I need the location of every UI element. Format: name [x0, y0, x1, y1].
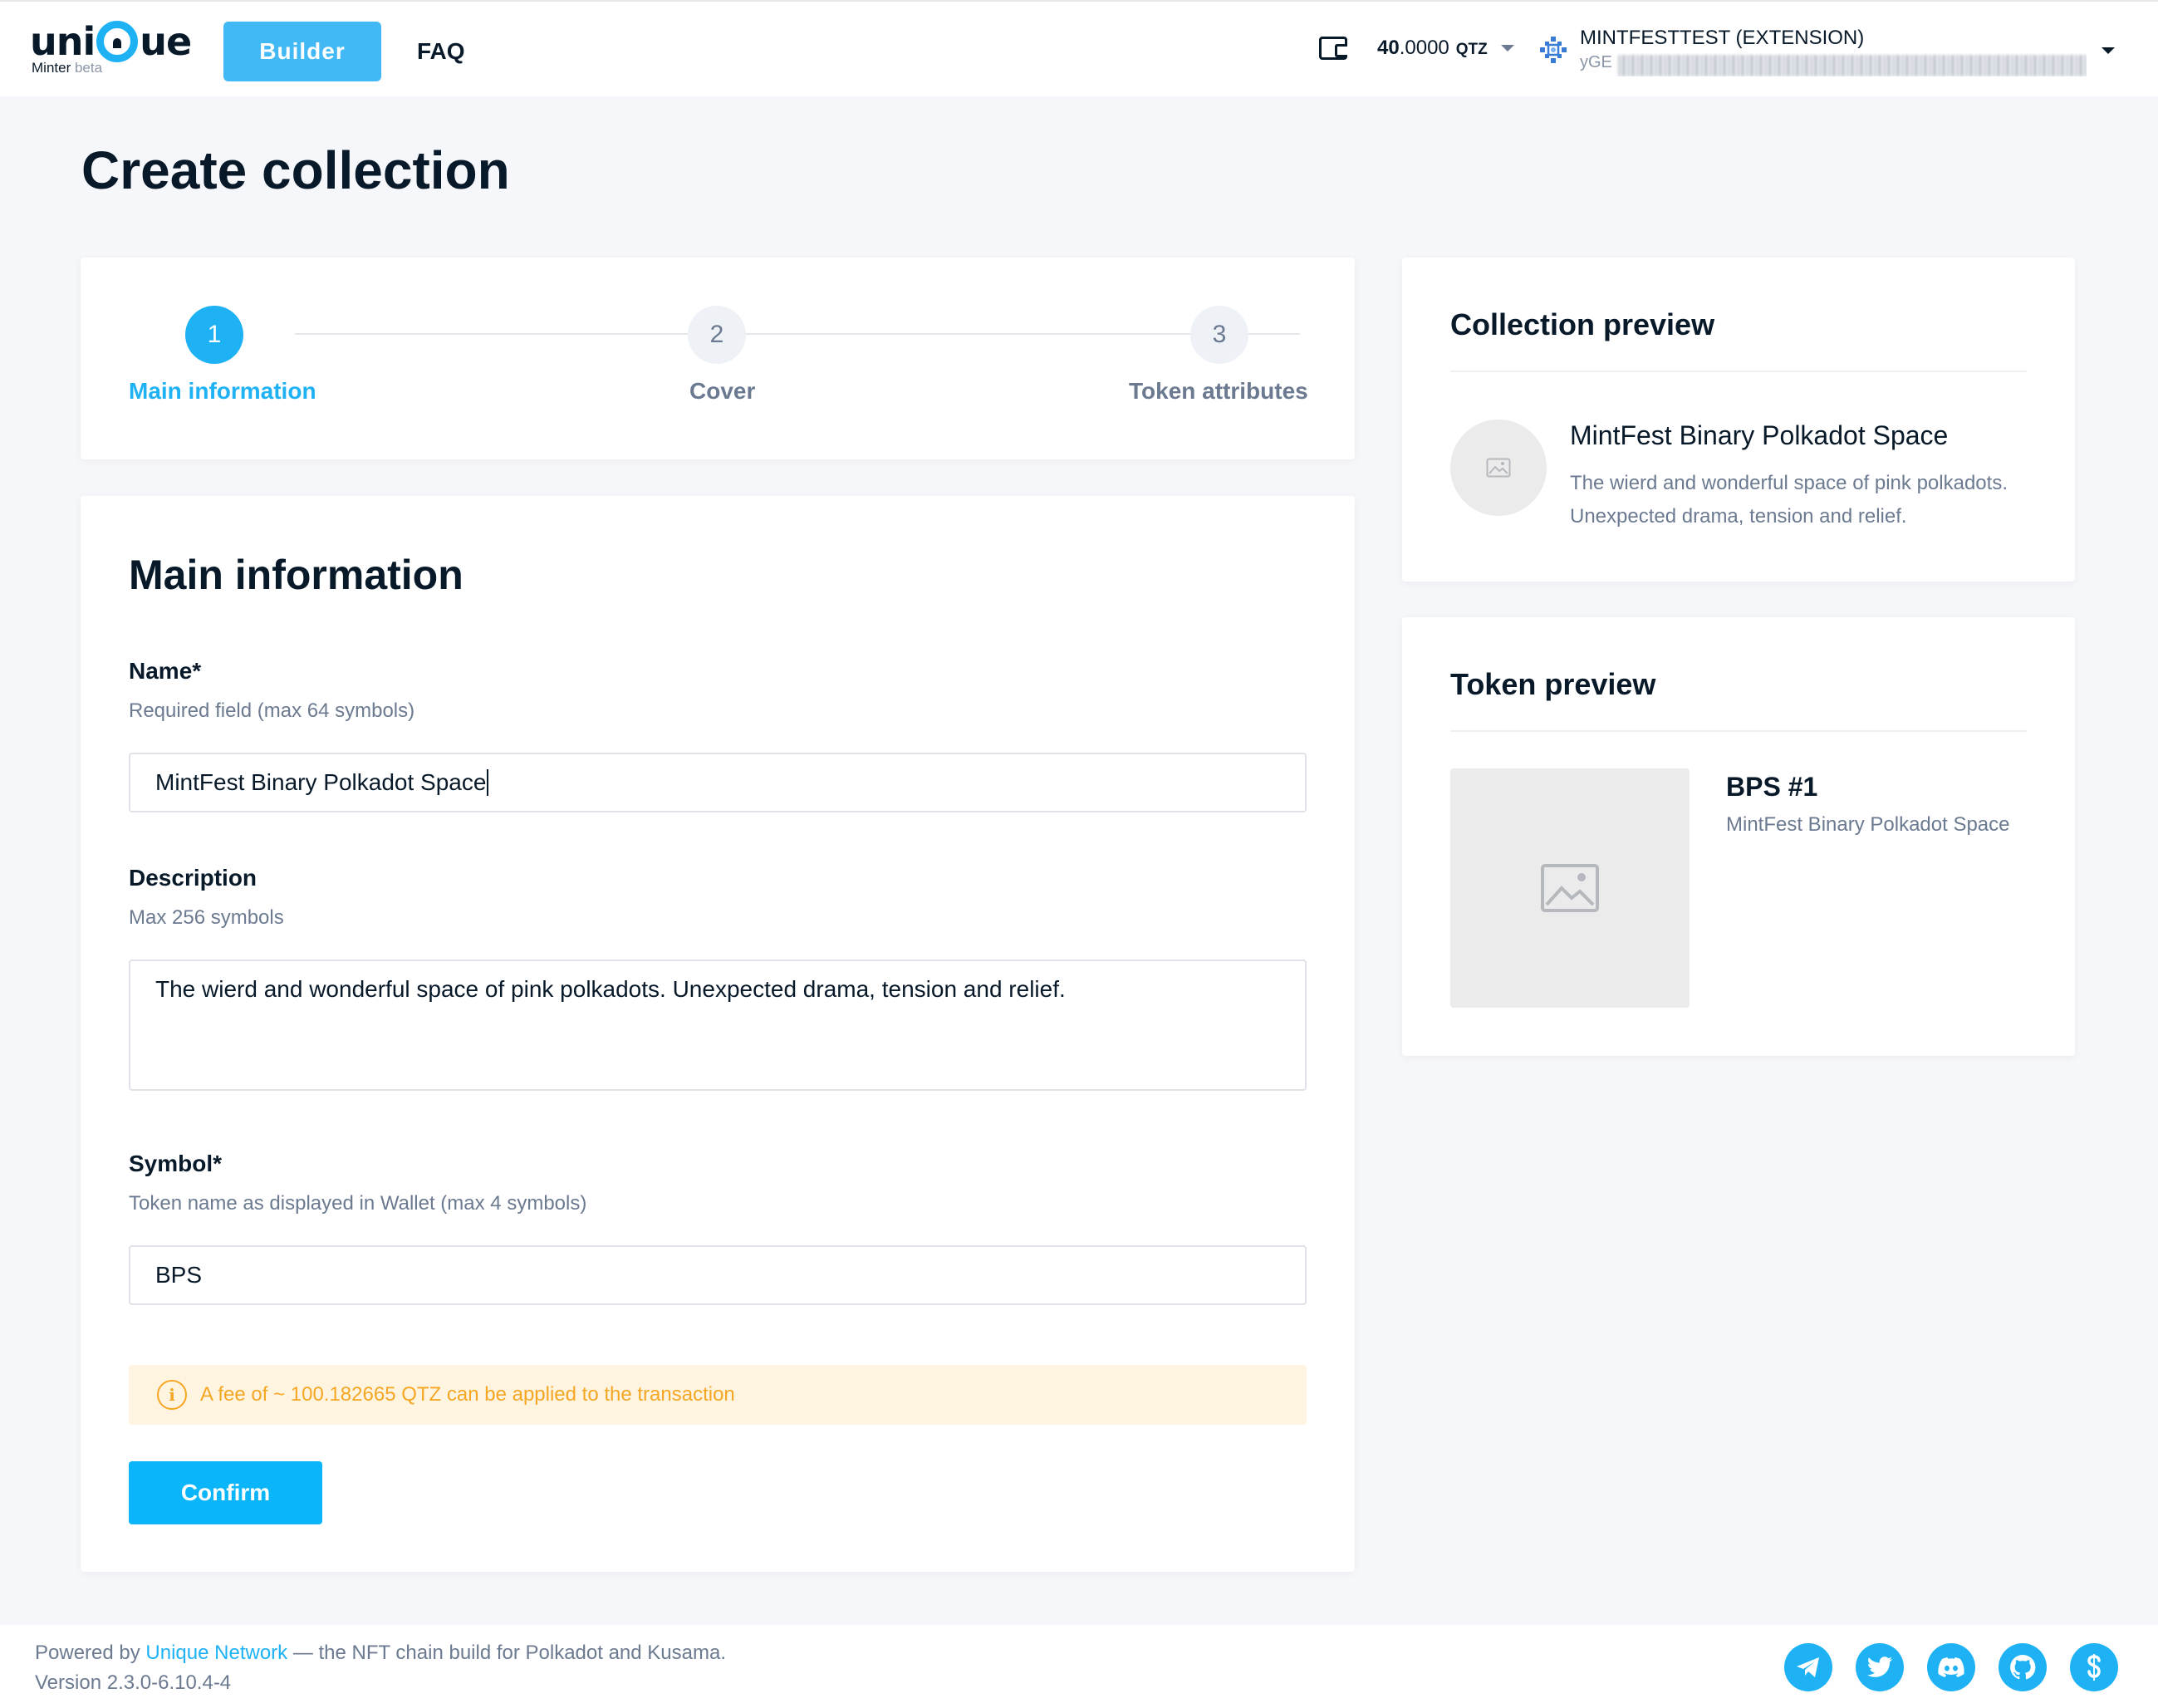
account-chevron-down-icon[interactable] [2102, 47, 2115, 54]
footer: Powered by Unique Network — the NFT chai… [0, 1625, 2158, 1708]
balance-int: 40 [1377, 37, 1400, 59]
collection-avatar [1450, 420, 1547, 516]
footer-tagline: — the NFT chain build for Polkadot and K… [287, 1642, 727, 1664]
name-input-value: MintFest Binary Polkadot Space [155, 769, 487, 795]
collection-preview-title: Collection preview [1450, 307, 1715, 341]
account-address: yGE [1580, 53, 2087, 76]
step-2-dot[interactable]: 2 [688, 306, 746, 364]
telegram-icon[interactable] [1784, 1643, 1832, 1691]
logo-wordmark: uni ue [30, 19, 192, 64]
step-3-label[interactable]: Token attributes [1129, 378, 1308, 405]
description-textarea[interactable]: The wierd and wonderful space of pink po… [129, 960, 1307, 1091]
name-label: Name* [129, 658, 202, 684]
address-redaction [1618, 55, 2087, 76]
confirm-button[interactable]: Confirm [129, 1461, 322, 1524]
footer-powered-by: Powered by Unique Network — the NFT chai… [35, 1642, 726, 1665]
stepper: 1 2 3 Main information Cover Token attri… [81, 258, 1355, 459]
unique-network-link[interactable]: Unique Network [145, 1642, 287, 1664]
wallet-icon[interactable] [1319, 37, 1347, 60]
name-input[interactable]: MintFest Binary Polkadot Space [129, 753, 1307, 812]
account-avatar-icon [1540, 37, 1567, 63]
divider [1450, 371, 2027, 372]
description-hint: Max 256 symbols [129, 906, 284, 929]
discord-icon[interactable] [1927, 1643, 1975, 1691]
token-collection-name: MintFest Binary Polkadot Space [1726, 813, 2010, 836]
twitter-icon[interactable] [1856, 1643, 1904, 1691]
image-placeholder-icon [1486, 458, 1511, 478]
text-cursor [487, 769, 489, 796]
github-icon[interactable] [1999, 1643, 2047, 1691]
step-1-dot[interactable]: 1 [185, 306, 243, 364]
top-header: uni ue Minter beta Builder FAQ 40.0000 QT… [0, 0, 2158, 96]
balance-dec: .0000 [1399, 37, 1449, 59]
page-title: Create collection [81, 140, 510, 200]
symbol-label: Symbol* [129, 1151, 223, 1176]
collection-preview-card: Collection preview MintFest Binary Polka… [1402, 258, 2075, 582]
stepper-line [295, 333, 1300, 335]
token-name: BPS #1 [1726, 772, 1818, 802]
symbol-input[interactable]: BPS [129, 1245, 1307, 1305]
image-placeholder-icon [1541, 864, 1599, 912]
subsocial-icon[interactable] [2070, 1643, 2118, 1691]
token-preview-card: Token preview BPS #1 MintFest Binary Pol… [1402, 617, 2075, 1056]
description-label: Description [129, 865, 257, 891]
logo-minter: Minter [32, 60, 71, 76]
logo-text-left: uni [30, 19, 96, 64]
social-links [1784, 1643, 2118, 1691]
step-2-label[interactable]: Cover [689, 378, 755, 405]
balance-currency: QTZ [1455, 41, 1488, 58]
step-1-label[interactable]: Main information [129, 378, 316, 405]
logo-beta: beta [74, 60, 103, 76]
footer-version: Version 2.3.0-6.10.4-4 [35, 1671, 232, 1694]
unique-logo[interactable]: uni ue Minter beta [30, 19, 192, 76]
name-hint: Required field (max 64 symbols) [129, 699, 415, 722]
footer-powered-text: Powered by [35, 1642, 140, 1664]
symbol-hint: Token name as displayed in Wallet (max 4… [129, 1192, 587, 1215]
logo-q-icon [96, 21, 139, 62]
nav-faq-link[interactable]: FAQ [417, 22, 465, 81]
token-image [1450, 768, 1690, 1008]
fee-notice: i A fee of ~ 100.182665 QTZ can be appli… [129, 1365, 1307, 1425]
divider [1450, 730, 2027, 732]
fee-text: A fee of ~ 100.182665 QTZ can be applied… [200, 1383, 735, 1406]
collection-name: MintFest Binary Polkadot Space [1570, 420, 1949, 450]
info-icon: i [157, 1380, 187, 1410]
account-name[interactable]: MINTFESTTEST (EXTENSION) [1580, 27, 1864, 50]
form-title: Main information [129, 552, 463, 598]
token-preview-title: Token preview [1450, 667, 1656, 701]
balance-dropdown[interactable]: 40.0000 QTZ [1377, 37, 1514, 60]
logo-text-right: ue [140, 19, 192, 64]
collection-description: The wierd and wonderful space of pink po… [1570, 472, 2008, 528]
step-3-dot[interactable]: 3 [1190, 306, 1248, 364]
main-information-form: Main information Name* Required field (m… [81, 496, 1355, 1572]
account-address-prefix: yGE [1580, 53, 1612, 71]
nav-builder-button[interactable]: Builder [223, 22, 381, 81]
symbol-input-value: BPS [155, 1262, 203, 1288]
chevron-down-icon [1500, 45, 1514, 52]
balance-amount: 40.0000 [1377, 37, 1449, 60]
